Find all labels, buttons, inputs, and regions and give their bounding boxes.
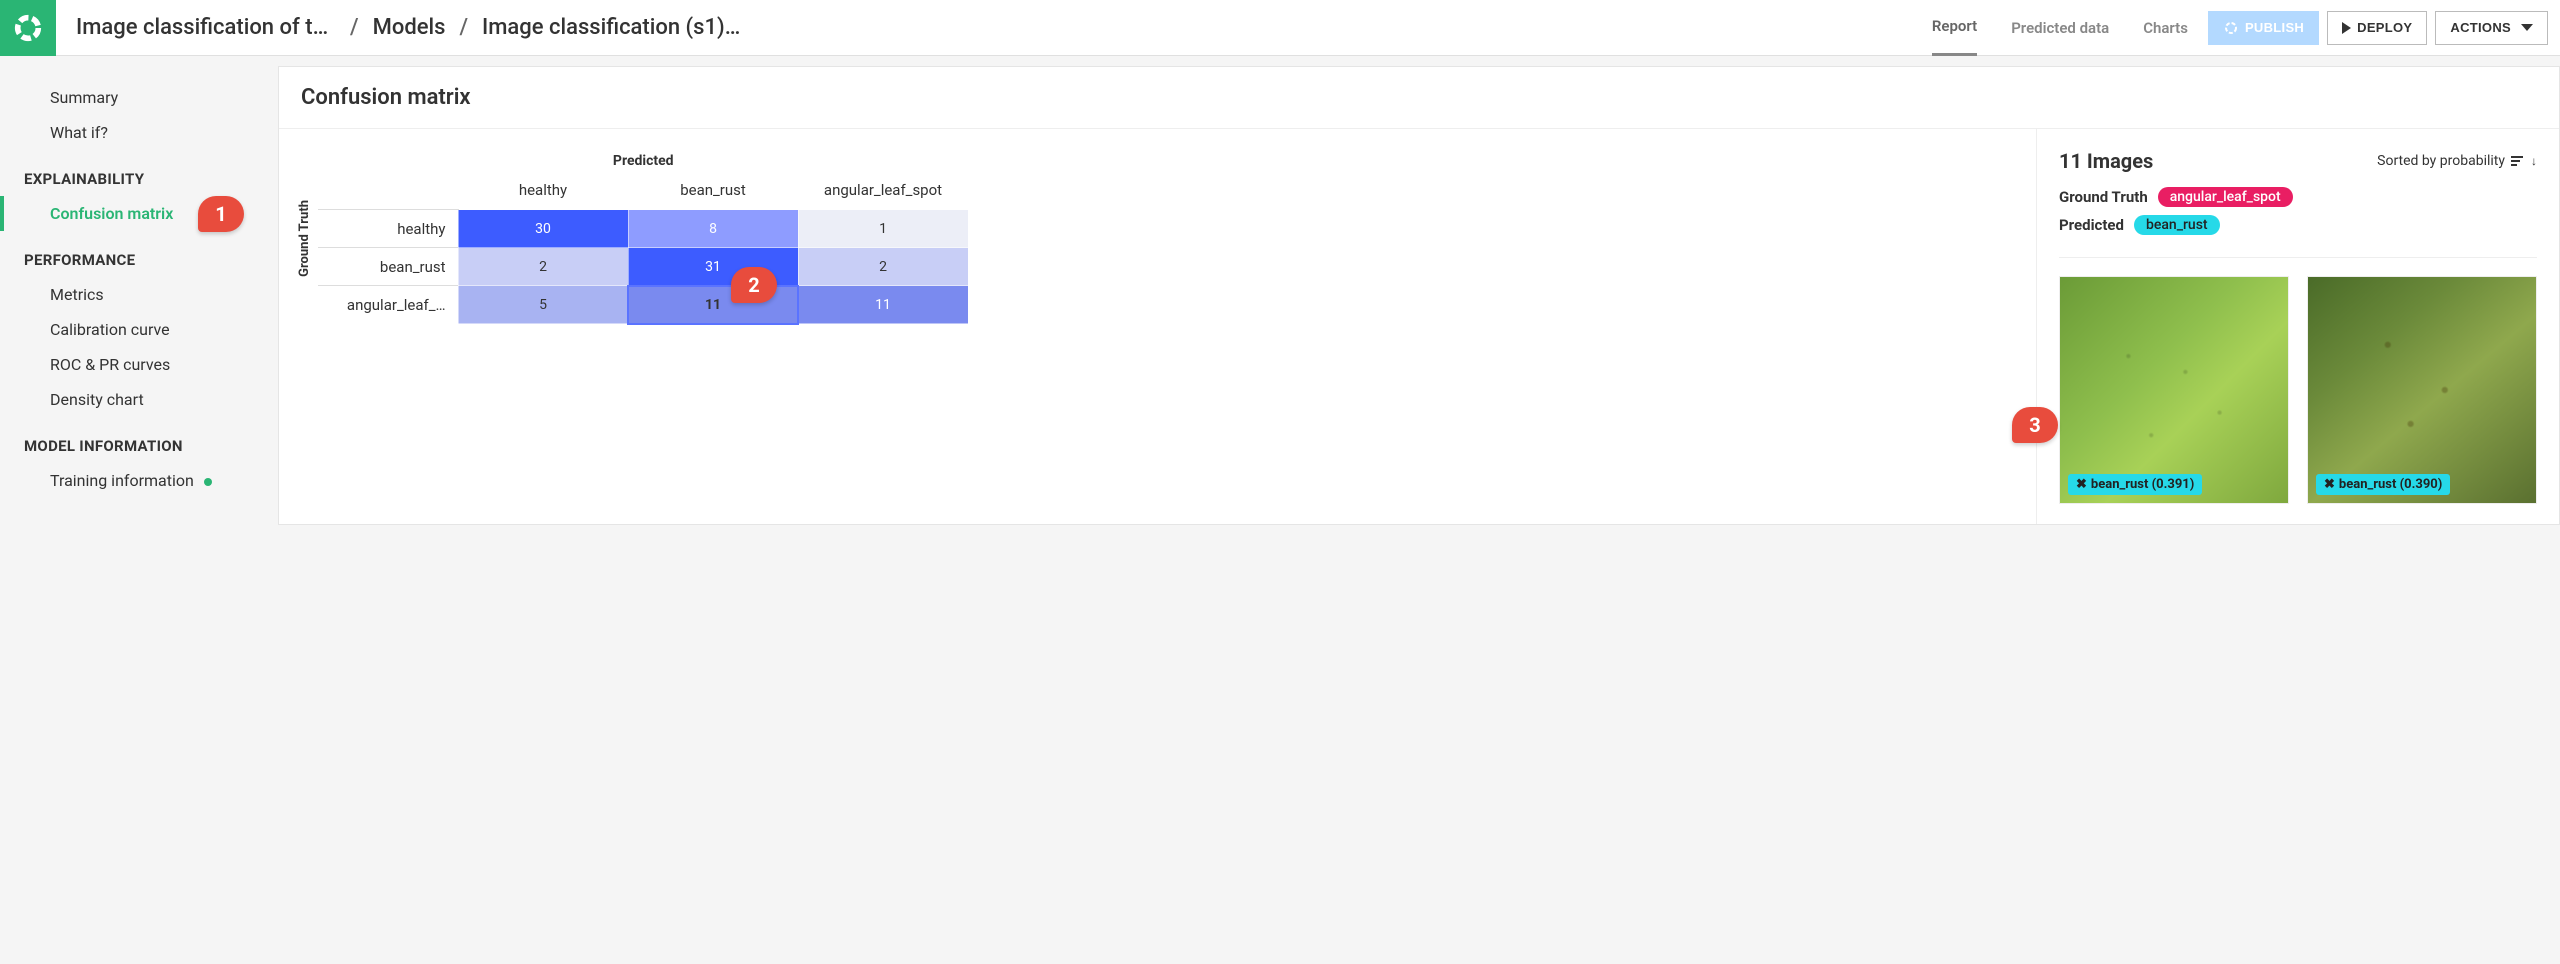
details-panel: 11 Images Sorted by probability ↓ Ground… <box>2037 129 2559 524</box>
sort-control[interactable]: Sorted by probability ↓ <box>2377 153 2537 169</box>
predicted-row: Predicted bean_rust <box>2059 215 2537 235</box>
arrow-down-icon: ↓ <box>2531 154 2537 168</box>
view-tabs: Report Predicted data Charts <box>1932 0 2188 56</box>
leaf-image-placeholder <box>2060 277 2288 503</box>
sidebar-item-metrics[interactable]: Metrics <box>0 277 278 312</box>
cm-cell-2-0[interactable]: 5 <box>458 286 628 324</box>
image-thumb-1[interactable]: ✖ bean_rust (0.390) <box>2307 276 2537 504</box>
image-grid: ✖ bean_rust (0.391) ✖ bean_rust (0.390) <box>2059 257 2537 504</box>
top-actions: PUBLISH DEPLOY ACTIONS <box>2208 11 2548 45</box>
actions-label: ACTIONS <box>2450 20 2511 35</box>
sidebar-item-calibration[interactable]: Calibration curve <box>0 312 278 347</box>
cm-row-bean-rust[interactable]: bean_rust <box>318 248 458 286</box>
thumb-prediction-label: ✖ bean_rust (0.391) <box>2068 474 2202 495</box>
cm-xlabel: Predicted <box>318 153 969 175</box>
cm-row-angular-leaf[interactable]: angular_leaf_… <box>318 286 458 324</box>
sidebar-item-roc-pr[interactable]: ROC & PR curves <box>0 347 278 382</box>
publish-icon <box>2223 20 2239 36</box>
cm-cell-0-0[interactable]: 30 <box>458 210 628 248</box>
details-title: 11 Images <box>2059 149 2153 173</box>
sidebar-item-whatif[interactable]: What if? <box>0 115 278 150</box>
predicted-pill[interactable]: bean_rust <box>2134 215 2220 235</box>
cm-col-healthy[interactable]: healthy <box>458 175 628 210</box>
image-thumb-0[interactable]: ✖ bean_rust (0.391) <box>2059 276 2289 504</box>
ground-truth-pill[interactable]: angular_leaf_spot <box>2158 187 2293 207</box>
breadcrumb-models[interactable]: Models <box>373 15 446 40</box>
panel-title: Confusion matrix <box>279 67 2559 129</box>
predicted-label: Predicted <box>2059 216 2124 234</box>
cm-cell-0-1[interactable]: 8 <box>628 210 798 248</box>
breadcrumb-separator: / <box>350 15 359 40</box>
sidebar-item-summary[interactable]: Summary <box>0 80 278 115</box>
thumb-label-text: bean_rust (0.391) <box>2091 477 2194 492</box>
sidebar-section-model-info: MODEL INFORMATION <box>0 417 278 463</box>
sidebar-section-performance: PERFORMANCE <box>0 231 278 277</box>
sortby-label: Sorted by probability <box>2377 153 2505 169</box>
sort-icon <box>2511 156 2523 166</box>
deploy-label: DEPLOY <box>2357 20 2412 35</box>
tab-report[interactable]: Report <box>1932 0 1977 56</box>
app-logo[interactable] <box>0 0 56 56</box>
chevron-down-icon <box>2521 24 2533 31</box>
sidebar: Summary What if? EXPLAINABILITY Confusio… <box>0 56 278 525</box>
topbar: Image classification of ta… / Models / I… <box>0 0 2560 56</box>
breadcrumb-project[interactable]: Image classification of ta… <box>76 15 336 40</box>
tab-charts[interactable]: Charts <box>2143 1 2188 55</box>
deploy-button[interactable]: DEPLOY <box>2327 11 2427 45</box>
cm-row-healthy[interactable]: healthy <box>318 210 458 248</box>
sidebar-item-training-info[interactable]: Training information <box>0 463 278 498</box>
tab-predicted-data[interactable]: Predicted data <box>2011 1 2109 55</box>
content-panel: Confusion matrix Ground Truth Predicted … <box>278 66 2560 525</box>
publish-label: PUBLISH <box>2245 20 2304 35</box>
thumb-label-text: bean_rust (0.390) <box>2339 477 2442 492</box>
actions-button[interactable]: ACTIONS <box>2435 11 2548 45</box>
ground-truth-label: Ground Truth <box>2059 188 2148 206</box>
training-info-label: Training information <box>50 471 194 490</box>
main-layout: Summary What if? EXPLAINABILITY Confusio… <box>0 56 2560 525</box>
incorrect-icon: ✖ <box>2324 477 2335 492</box>
cm-cell-1-0[interactable]: 2 <box>458 248 628 286</box>
breadcrumb-separator: / <box>459 15 468 40</box>
cm-ylabel: Ground Truth <box>297 200 312 277</box>
breadcrumb: Image classification of ta… / Models / I… <box>76 15 1932 40</box>
cm-cell-0-2[interactable]: 1 <box>798 210 968 248</box>
logo-icon <box>13 13 43 43</box>
ground-truth-row: Ground Truth angular_leaf_spot <box>2059 187 2537 207</box>
cm-col-bean-rust[interactable]: bean_rust <box>628 175 798 210</box>
annotation-callout-3: 3 <box>2012 407 2058 443</box>
sidebar-section-explainability: EXPLAINABILITY <box>0 150 278 196</box>
leaf-image-placeholder <box>2308 277 2536 503</box>
publish-button[interactable]: PUBLISH <box>2208 11 2319 45</box>
thumb-prediction-label: ✖ bean_rust (0.390) <box>2316 474 2450 495</box>
panel-body: Ground Truth Predicted healthy bean_rust… <box>279 129 2559 524</box>
annotation-callout-1: 1 <box>198 196 244 232</box>
cm-cell-1-2[interactable]: 2 <box>798 248 968 286</box>
breadcrumb-model-label: Image classification (s1) <box>482 15 740 40</box>
breadcrumb-model[interactable]: Image classification (s1) <box>482 15 742 40</box>
cm-cell-2-2[interactable]: 11 <box>798 286 968 324</box>
incorrect-icon: ✖ <box>2076 477 2087 492</box>
sidebar-item-density[interactable]: Density chart <box>0 382 278 417</box>
cm-col-angular-leaf-spot[interactable]: angular_leaf_spot <box>798 175 968 210</box>
status-dot-icon <box>204 478 212 486</box>
confusion-matrix-table: healthy bean_rust angular_leaf_spot heal… <box>318 175 969 324</box>
confusion-matrix-area: Ground Truth Predicted healthy bean_rust… <box>279 129 2037 524</box>
annotation-callout-2: 2 <box>731 267 777 303</box>
play-icon <box>2342 22 2351 34</box>
